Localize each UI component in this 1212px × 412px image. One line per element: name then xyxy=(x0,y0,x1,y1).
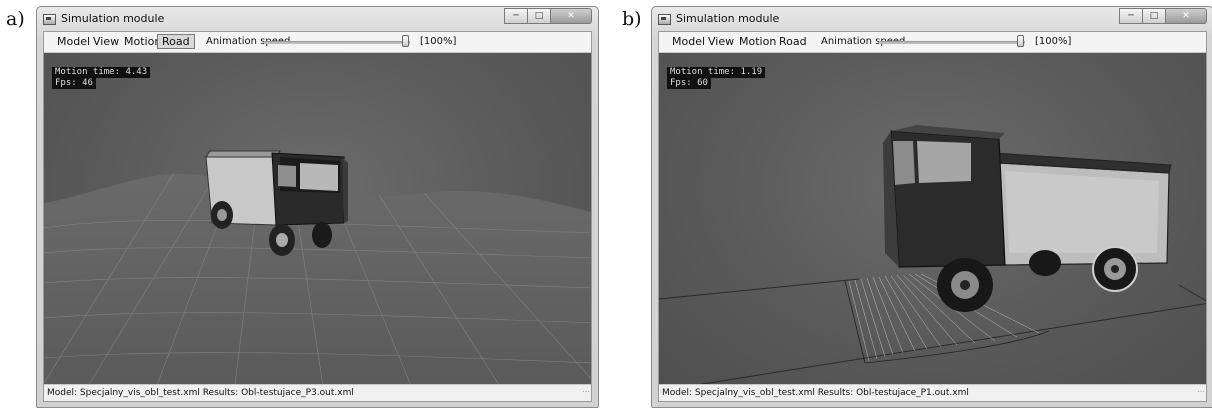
window-title: Simulation module xyxy=(676,12,780,25)
motion-time-readout: Motion time: 4.43 xyxy=(52,67,151,78)
truck-model-b xyxy=(883,125,1172,312)
close-icon: ✕ xyxy=(567,11,575,21)
menu-motion[interactable]: Motion xyxy=(736,35,779,48)
panel-label-a: a) xyxy=(6,8,25,30)
animation-speed-slider[interactable] xyxy=(879,41,1025,44)
menu-bar: Model View Motion Road Animation speed [… xyxy=(659,32,1206,53)
menu-road[interactable]: Road xyxy=(776,35,810,48)
maximize-icon: □ xyxy=(1149,11,1159,21)
road-plane xyxy=(659,278,1206,385)
maximize-button[interactable]: □ xyxy=(1142,8,1166,24)
menu-model[interactable]: Model xyxy=(54,35,93,48)
menu-road[interactable]: Road xyxy=(157,34,195,49)
3d-viewport[interactable]: Motion time: 4.43 Fps: 46 xyxy=(44,53,591,385)
menu-bar: Model View Motion Road Animation speed [… xyxy=(44,32,591,53)
app-icon xyxy=(43,14,56,25)
fps-readout: Fps: 60 xyxy=(667,78,711,89)
close-button[interactable]: ✕ xyxy=(1165,8,1207,24)
title-bar[interactable]: Simulation module ─ □ ✕ xyxy=(37,7,598,31)
scene-b xyxy=(659,125,1206,385)
simulation-window-a: Simulation module ─ □ ✕ Model View Motio… xyxy=(36,6,599,408)
maximize-button[interactable]: □ xyxy=(527,8,551,24)
minimize-icon: ─ xyxy=(1128,11,1134,21)
app-icon xyxy=(658,14,671,25)
animation-speed-value: [100%] xyxy=(1035,36,1072,47)
animation-speed-value: [100%] xyxy=(420,36,457,47)
minimize-button[interactable]: ─ xyxy=(504,8,528,24)
client-area: Model View Motion Road Animation speed [… xyxy=(658,31,1207,402)
panel-label-b: b) xyxy=(622,8,642,30)
resize-grip-icon[interactable]: ⋯ xyxy=(582,384,590,400)
menu-view[interactable]: View xyxy=(705,35,737,48)
minimize-button[interactable]: ─ xyxy=(1119,8,1143,24)
minimize-icon: ─ xyxy=(513,11,519,21)
close-button[interactable]: ✕ xyxy=(550,8,592,24)
close-icon: ✕ xyxy=(1182,11,1190,21)
client-area: Model View Motion Road Animation speed [… xyxy=(43,31,592,402)
simulation-window-b: Simulation module ─ □ ✕ Model View Motio… xyxy=(651,6,1212,408)
status-bar: Model: Specjalny_vis_obl_test.xml Result… xyxy=(659,384,1206,401)
title-bar[interactable]: Simulation module ─ □ ✕ xyxy=(652,7,1212,31)
motion-time-readout: Motion time: 1.19 xyxy=(667,67,766,78)
window-title: Simulation module xyxy=(61,12,165,25)
status-bar: Model: Specjalny_vis_obl_test.xml Result… xyxy=(44,384,591,401)
menu-model[interactable]: Model xyxy=(669,35,708,48)
status-text: Model: Specjalny_vis_obl_test.xml Result… xyxy=(662,388,969,398)
3d-viewport[interactable]: Motion time: 1.19 Fps: 60 xyxy=(659,53,1206,385)
fps-readout: Fps: 46 xyxy=(52,78,96,89)
animation-speed-slider[interactable] xyxy=(264,41,410,44)
animation-speed-thumb[interactable] xyxy=(1017,35,1024,47)
resize-grip-icon[interactable]: ⋯ xyxy=(1197,384,1205,400)
scene-a xyxy=(44,150,591,385)
maximize-icon: □ xyxy=(534,11,544,21)
animation-speed-thumb[interactable] xyxy=(402,35,409,47)
menu-view[interactable]: View xyxy=(90,35,122,48)
status-text: Model: Specjalny_vis_obl_test.xml Result… xyxy=(47,388,354,398)
